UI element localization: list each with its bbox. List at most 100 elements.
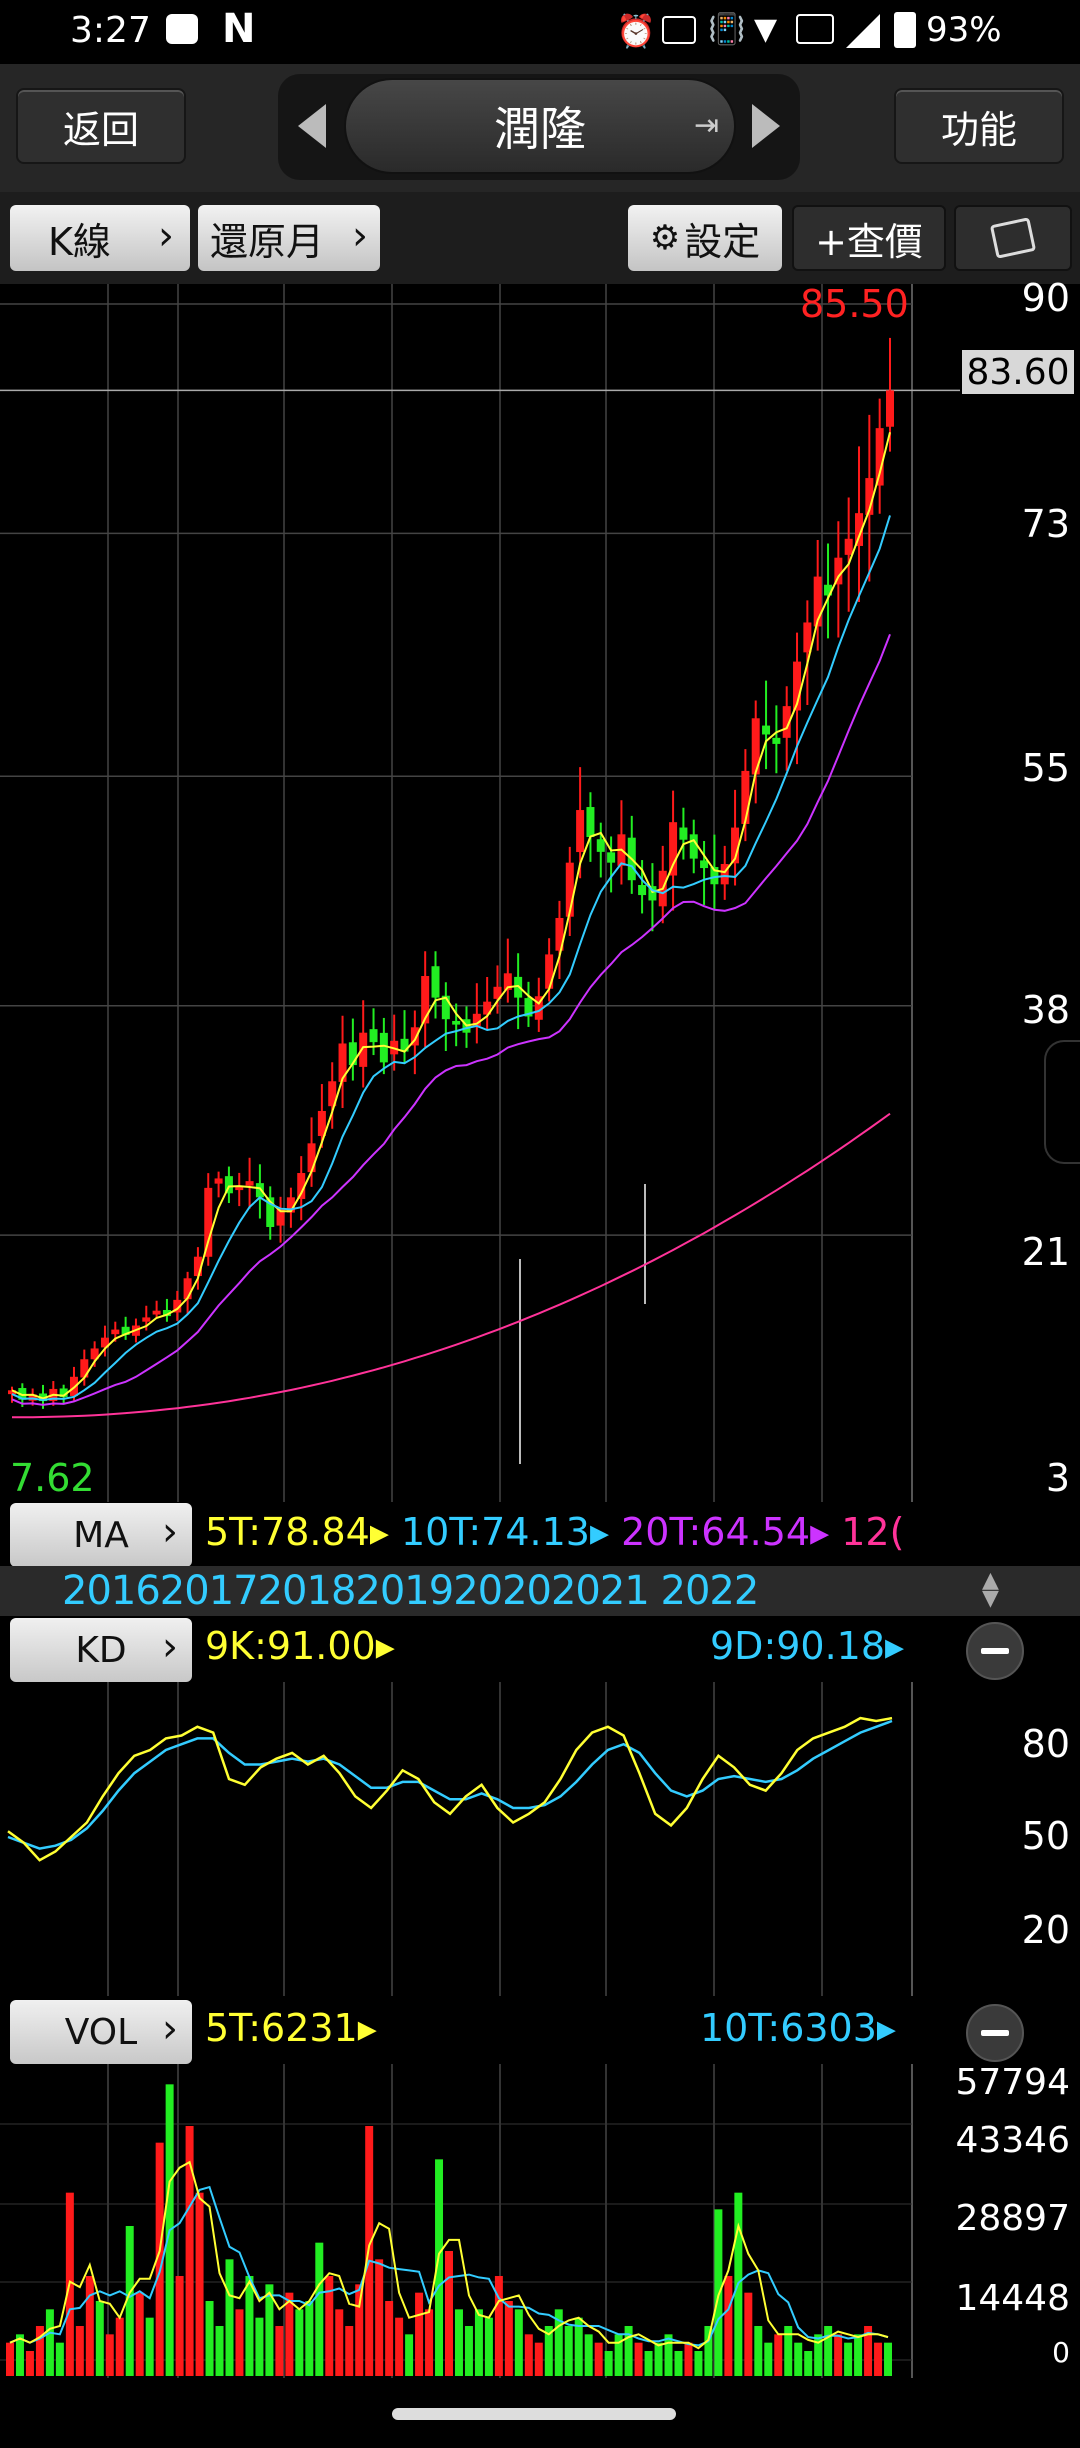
volume-bar — [315, 2242, 324, 2376]
volte-icon — [796, 14, 834, 44]
volume-bar — [55, 2342, 64, 2376]
wifi-icon: ▼ — [754, 12, 778, 47]
gear-icon: ⚙ — [649, 218, 681, 258]
volume-bar — [604, 2351, 613, 2376]
flag-icon: ▸ — [885, 1624, 905, 1668]
home-gesture-bar[interactable] — [392, 2408, 676, 2420]
vol-axis-label: 57794 — [955, 2062, 1070, 2103]
kd-tab[interactable]: KD › — [10, 1618, 192, 1682]
volume-bar — [425, 2309, 434, 2376]
volume-bar — [215, 2326, 224, 2376]
ma-legend: 5T:78.84▸ 10T:74.13▸ 20T:64.54▸ 12( — [205, 1510, 915, 1554]
collapse-vol-button[interactable] — [966, 2004, 1024, 2062]
chevron-right-icon: › — [158, 213, 174, 259]
status-bar: 3:27 N ⏰ 📳 ▼ 93% — [0, 0, 1080, 64]
volume-bar — [834, 2334, 843, 2376]
kd-axis-label: 50 — [1021, 1814, 1070, 1858]
chevron-right-icon: › — [162, 2006, 178, 2052]
volume-bar — [115, 2317, 124, 2376]
ma120-value: 12( — [841, 1510, 905, 1554]
flag-icon: ▸ — [589, 1510, 622, 1554]
vibrate-icon: 📳 — [708, 12, 746, 47]
volume-bar — [754, 2326, 763, 2376]
volume-bar — [854, 2334, 863, 2376]
price-axis-label: 21 — [1021, 1230, 1070, 1274]
kd-k-line — [7, 1716, 893, 1862]
ma-tab-label: MA — [73, 1514, 129, 1556]
candle-body — [421, 976, 430, 1024]
candle-body — [152, 1310, 161, 1315]
battery-percent: 93% — [926, 10, 1002, 50]
volume-bar — [415, 2292, 424, 2376]
volume-bar — [534, 2342, 543, 2376]
price-axis-label: 73 — [1021, 502, 1070, 546]
resize-handle-icon[interactable]: ▲ ▼ — [982, 1570, 999, 1610]
vol-tab[interactable]: VOL › — [10, 2000, 192, 2064]
stock-title[interactable]: 潤隆 — [344, 78, 736, 174]
year-label: 2018 — [257, 1568, 357, 1614]
year-labels: 201620172018201920202021 2022 — [62, 1568, 759, 1614]
volume-bar — [684, 2342, 693, 2376]
vol-ma10-legend: 10T:6303▸ — [700, 2006, 896, 2050]
candle-body — [204, 1187, 213, 1257]
candle-body — [669, 822, 678, 876]
rotate-icon — [989, 217, 1037, 259]
kd-k-value: 9K:91.00 — [205, 1624, 376, 1668]
volume-bar — [375, 2259, 384, 2376]
volume-bar — [75, 2326, 84, 2376]
battery-icon — [894, 12, 916, 48]
restore-month-button[interactable]: 還原月 › — [198, 205, 380, 271]
candle-body — [255, 1183, 264, 1198]
ma10-line — [11, 515, 891, 1402]
flag-icon: ▸ — [810, 1510, 842, 1554]
price-axis-label: 90 — [1021, 276, 1070, 320]
candle-body — [379, 1032, 388, 1063]
volume-bar — [105, 2334, 114, 2376]
period-high-label: 85.50 — [800, 282, 909, 326]
volume-bar — [884, 2342, 893, 2376]
back-button[interactable]: 返回 — [16, 88, 186, 164]
ma5-line — [11, 431, 891, 1400]
vol-ma5-value: 5T:6231 — [205, 2006, 358, 2050]
chevron-right-icon: › — [352, 213, 368, 259]
swap-icon[interactable]: ⇥ — [694, 108, 719, 146]
flag-icon: ▸ — [357, 2006, 377, 2050]
quote-button[interactable]: +查價 — [792, 205, 946, 271]
volume-bar — [644, 2351, 653, 2376]
volume-bar — [744, 2292, 753, 2376]
candle-body — [762, 725, 771, 735]
ma10-value: 10T:74.13 — [400, 1510, 590, 1554]
side-drawer-handle[interactable] — [1044, 1040, 1080, 1164]
volume-bar — [714, 2209, 723, 2376]
volume-bar — [245, 2276, 254, 2376]
kline-button[interactable]: K線 › — [10, 205, 190, 271]
vol-tab-label: VOL — [64, 2011, 138, 2053]
volume-bar — [345, 2326, 354, 2376]
year-label: 2017 — [159, 1568, 259, 1614]
kd-k-legend: 9K:91.00▸ — [205, 1624, 395, 1668]
volume-bar — [205, 2301, 214, 2376]
signal-icon — [846, 14, 880, 48]
candle-body — [741, 770, 750, 824]
price-chart[interactable] — [0, 284, 1080, 1506]
collapse-kd-button[interactable] — [966, 1622, 1024, 1680]
settings-button[interactable]: ⚙ 設定 — [628, 205, 782, 271]
candle-body — [307, 1143, 316, 1173]
vol-axis-label: 0 — [1052, 2336, 1070, 2369]
volume-bar — [454, 2309, 463, 2376]
next-stock-icon[interactable] — [752, 104, 780, 148]
ma-tab[interactable]: MA › — [10, 1503, 192, 1567]
flag-icon: ▸ — [375, 1624, 395, 1668]
candle-body — [689, 834, 698, 859]
rotate-screen-button[interactable] — [954, 205, 1072, 271]
volume-bar — [225, 2259, 234, 2376]
volume-bar — [674, 2351, 683, 2376]
candle-body — [875, 428, 884, 486]
prev-stock-icon[interactable] — [298, 104, 326, 148]
volume-bar — [584, 2334, 593, 2376]
volume-bar — [305, 2301, 314, 2376]
period-low-label: 7.62 — [10, 1456, 95, 1500]
function-button[interactable]: 功能 — [894, 88, 1064, 164]
volume-bar — [524, 2334, 533, 2376]
kd-chart[interactable] — [0, 1682, 1080, 1996]
